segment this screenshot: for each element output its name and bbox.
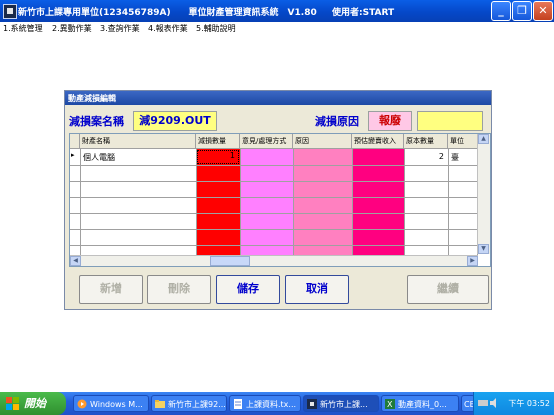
task-label: 動產資料_0... [398, 400, 447, 409]
cell-reduction-qty[interactable]: 1 [197, 151, 235, 160]
clock: 下午 03:52 [508, 399, 550, 408]
col-header-orig-qty[interactable]: 原本數量 [404, 134, 448, 149]
close-icon[interactable]: ✕ [533, 1, 553, 21]
asset-grid[interactable]: 財產名稱 減損數量 意見/處理方式 原因 預估變賣收入 原本數量 單位 ▸ 個人… [69, 133, 491, 267]
system-tray: 下午 03:52 [473, 392, 554, 415]
vertical-scrollbar[interactable]: ▲ ▼ [477, 134, 490, 254]
col-header-unit[interactable]: 單位 [448, 134, 478, 149]
windows-logo-icon [6, 397, 19, 410]
menu-system[interactable]: 1.系統管理 [3, 23, 43, 34]
scroll-right-icon[interactable]: ▶ [467, 256, 478, 266]
media-player-icon [77, 399, 87, 409]
menu-help[interactable]: 5.輔助說明 [196, 23, 236, 34]
scroll-up-icon[interactable]: ▲ [478, 134, 489, 144]
notepad-icon [234, 399, 242, 409]
reason-extra-field[interactable] [417, 111, 483, 131]
cell-original-qty[interactable]: 2 [406, 152, 444, 161]
restore-icon[interactable]: ❐ [512, 1, 532, 21]
task-folder[interactable]: 新竹市上課92... [151, 395, 227, 412]
menu-transfer[interactable]: 2.異動作業 [52, 23, 92, 34]
row-selector-header [70, 134, 80, 149]
current-user: 使用者:START [332, 8, 395, 18]
minimize-icon[interactable]: _ [491, 1, 511, 21]
grid-line [70, 197, 478, 198]
task-excel[interactable]: X 動產資料_0... [381, 395, 459, 412]
folder-icon [155, 400, 165, 408]
grid-line [70, 245, 478, 246]
continue-button[interactable]: 繼續 [407, 275, 489, 304]
start-button[interactable]: 開始 [0, 392, 66, 415]
grid-line [70, 229, 478, 230]
app-icon [3, 4, 17, 19]
current-row-indicator-icon: ▸ [71, 151, 75, 159]
title-bar: 新竹市上課專用單位(123456789A) 單位財產管理資訊系統 V1.80 使… [0, 0, 554, 22]
taskbar: 開始 Windows M... 新竹市上課92... 上課資料.tx... 新竹… [0, 392, 554, 415]
task-label: 新竹市上課... [320, 400, 368, 409]
col-header-opinion[interactable]: 意見/處理方式 [240, 134, 293, 149]
window-title: 新竹市上課專用單位(123456789A) 單位財產管理資訊系統 V1.80 [18, 8, 317, 18]
reason-field[interactable]: 報廢 [368, 111, 412, 131]
grid-line [70, 213, 478, 214]
task-notepad[interactable]: 上課資料.tx... [229, 395, 301, 412]
menu-query[interactable]: 3.查詢作業 [100, 23, 140, 34]
start-label: 開始 [24, 397, 46, 410]
grid-line [70, 181, 478, 182]
dialog-title: 動產減損編輯 [68, 94, 116, 103]
grid-line [70, 165, 478, 166]
task-label: Windows M... [90, 400, 143, 409]
menu-report[interactable]: 4.報表作業 [148, 23, 188, 34]
menu-bar: 1.系統管理 2.異動作業 3.查詢作業 4.報表作業 5.輔助說明 [0, 22, 554, 36]
tray-speaker-icon[interactable] [490, 398, 500, 408]
task-label: 新竹市上課92... [168, 400, 226, 409]
cell-unit[interactable]: 臺 [451, 152, 459, 163]
case-name-label: 減損案名稱 [69, 115, 124, 128]
reason-label: 減損原因 [315, 115, 359, 128]
spreadsheet-icon: X [385, 399, 395, 409]
save-button[interactable]: 儲存 [216, 275, 280, 304]
add-button[interactable]: 新增 [79, 275, 143, 304]
tray-network-icon[interactable] [478, 398, 488, 408]
dialog-title-bar: 動產減損編輯 [65, 91, 491, 105]
col-header-name[interactable]: 財產名稱 [80, 134, 196, 149]
app-icon [307, 399, 317, 409]
col-header-qty[interactable]: 減損數量 [196, 134, 240, 149]
delete-button[interactable]: 刪除 [147, 275, 211, 304]
scroll-thumb[interactable] [210, 256, 250, 266]
horizontal-scrollbar[interactable]: ◀ ▶ [70, 255, 478, 266]
cancel-button[interactable]: 取消 [285, 275, 349, 304]
svg-text:X: X [387, 400, 393, 409]
scroll-down-icon[interactable]: ▼ [478, 244, 489, 254]
asset-reduction-dialog: 動產減損編輯 減損案名稱 減9209.OUT 減損原因 報廢 財產名稱 減損數量… [64, 90, 492, 310]
task-label: 上課資料.tx... [246, 400, 297, 409]
case-name-field[interactable]: 減9209.OUT [133, 111, 217, 131]
col-header-reason[interactable]: 原因 [293, 134, 352, 149]
task-asset-system[interactable]: 新竹市上課... [303, 395, 379, 412]
task-windows-media[interactable]: Windows M... [73, 395, 149, 412]
col-header-income[interactable]: 預估變賣收入 [352, 134, 404, 149]
scroll-left-icon[interactable]: ◀ [70, 256, 81, 266]
cell-asset-name[interactable]: 個人電腦 [83, 152, 115, 163]
